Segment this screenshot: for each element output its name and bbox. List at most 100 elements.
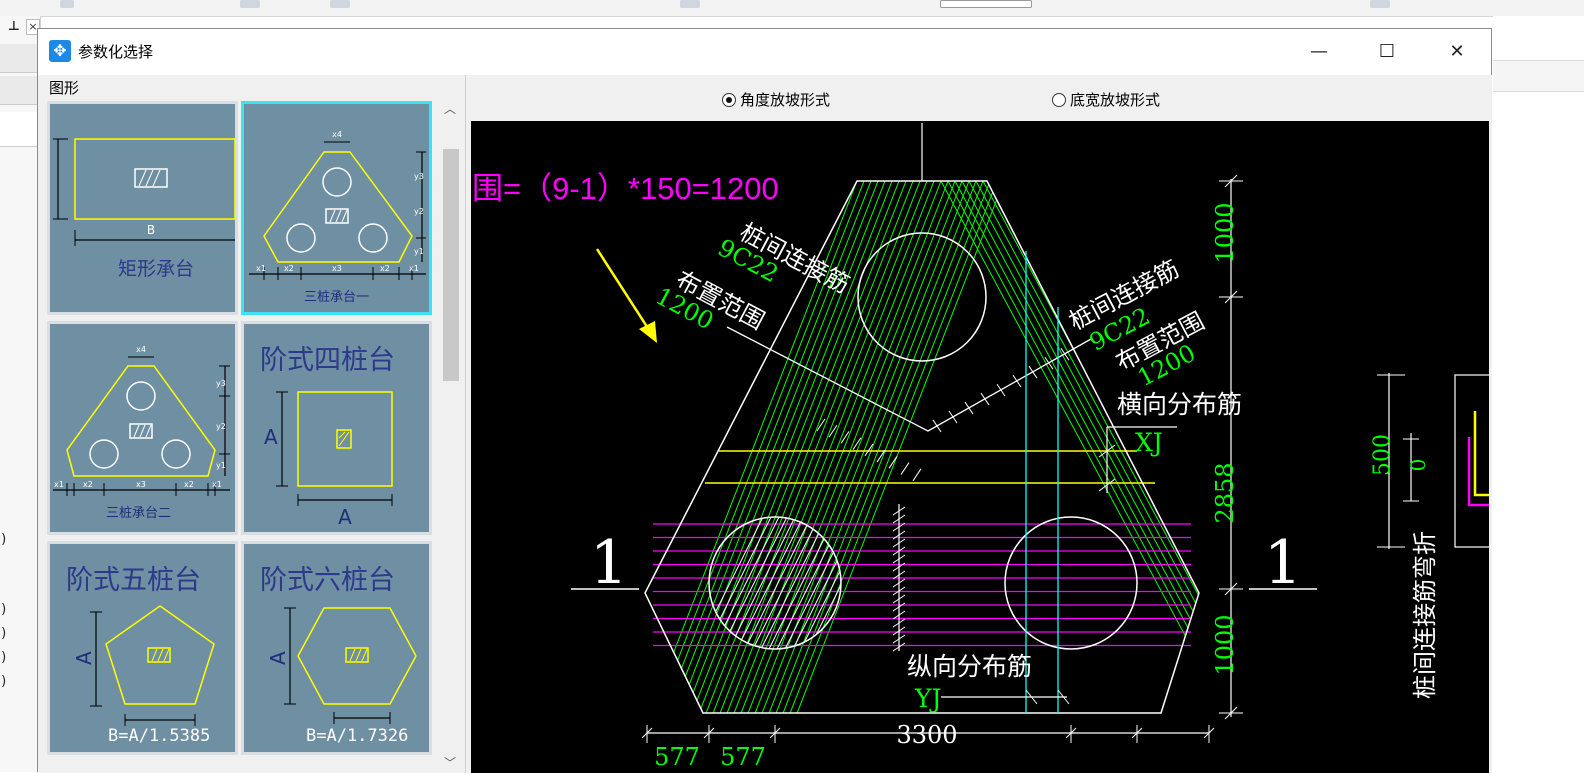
three-pile-cap-1-preview: x4 x1 x2 x3 x2 x1 y3 y2 y1 [249,130,426,280]
background-text: ) [0,532,8,547]
dim-label: y1 [216,461,226,470]
background-text: ) [0,602,8,617]
cad-line [932,419,942,433]
toolbar-button[interactable] [330,0,350,8]
dim-label: x1 [256,264,266,273]
thumbnail-stepped-five-pile[interactable]: A 阶式五桩台 B=A/1.5385 [47,541,238,755]
cad-line [1012,374,1022,388]
dim-bottom: 1000 [1211,614,1239,675]
scroll-up-icon[interactable]: ︿ [439,99,461,119]
transverse-code: XJ [1135,428,1163,457]
radio-checked-icon [722,92,736,107]
cad-line [810,517,841,649]
minimize-button[interactable]: — [1285,29,1353,73]
cad-line [996,383,1006,397]
background-row [0,112,40,147]
bottom-width-slope-radio[interactable]: 底宽放坡形式 [1052,89,1160,110]
dim-label: A [264,425,278,449]
dim-label: x2 [284,264,294,273]
dim-label: x2 [380,264,390,273]
background-toolbar [0,0,1584,17]
angle-slope-radio[interactable]: 角度放坡形式 [722,89,830,110]
thumbnail-caption: 阶式六桩台 [260,565,395,596]
thumbnail-caption: 阶式五桩台 [66,565,201,596]
dim-side-b: 0 [1406,459,1430,472]
dim-label: x1 [54,480,64,489]
preview-panel: 角度放坡形式 底宽放坡形式 1 1 1000 2858 1000 3300 57… [465,75,1492,773]
longitudinal-label: 纵向分布筋 [907,652,1032,681]
toolbar-button[interactable] [1370,0,1390,8]
thumbnail-scrollbar[interactable]: ︿ ﹀ [439,99,461,773]
dim-label: x4 [332,130,342,139]
background-row [0,76,40,105]
pile-cap-drawing: 1 1 1000 2858 1000 3300 577 577 桩间连接筋 9C… [471,123,1489,771]
longitudinal-code: YJ [914,684,942,713]
dim-left2: 577 [720,743,766,771]
cad-line [834,517,841,649]
dim-width: 3300 [896,721,957,749]
longitudinal-bars [653,523,1191,647]
dim-label: x2 [184,480,194,489]
background-text: ) [0,650,8,665]
toolbar-button[interactable] [60,0,74,8]
dim-top: 1000 [1211,202,1239,263]
toolbar-button[interactable] [240,0,260,8]
title-bar[interactable]: ✥ 参数化选择 — ☐ ✕ [38,29,1491,75]
dim-side-a: 500 [1370,434,1395,476]
thumbnail-caption: 三桩承台一 [304,290,370,305]
section-mark-right: 1 [1264,528,1302,598]
shape-panel-label: 图形 [49,79,80,97]
close-button[interactable]: ✕ [1423,29,1491,73]
dim-middle: 2858 [1211,462,1239,523]
scroll-thumb[interactable] [443,149,459,381]
radio-label: 角度放坡形式 [740,91,831,109]
shape-panel: 图形 B 矩形承台 x4 x1 x2 x3 x2 x1 y3 y2 y1 三桩承… [38,75,465,773]
dim-label: y3 [216,379,226,388]
thumbnail-formula: B=A/1.7326 [306,726,409,746]
side-detail-label: 桩间连接筋弯折 [1411,531,1439,699]
cad-line [843,501,923,661]
thumbnail-three-pile-cap-1[interactable]: x4 x1 x2 x3 x2 x1 y3 y2 y1 三桩承台一 [241,101,432,315]
thumbnail-stepped-six-pile[interactable]: A 阶式六桩台 B=A/1.7326 [241,541,432,755]
parameter-select-dialog: ✥ 参数化选择 — ☐ ✕ 图形 B 矩形承台 x4 x1 x2 x3 x2 x… [37,28,1492,773]
app-icon: ✥ [49,40,71,62]
background-text: ) [0,674,8,689]
thumbnail-rect-cap[interactable]: B 矩形承台 [47,101,238,315]
cad-line [912,468,922,482]
thumbnail-caption: 三桩承台二 [106,506,172,521]
cad-line [802,517,841,649]
thumbnail-three-pile-cap-2[interactable]: x4 x1 x2 x3 x2 x1 y3 y2 y1 三桩承台二 [47,321,238,535]
scroll-down-icon[interactable]: ﹀ [439,753,461,773]
section-mark-left: 1 [590,528,628,598]
dim-label: B [147,223,155,237]
dim-label: x3 [136,480,146,489]
dim-label: y3 [414,172,424,181]
thumbnail-stepped-four-pile[interactable]: A A 阶式四桩台 [241,321,432,535]
cad-line [900,462,910,475]
three-pile-cap-2-preview: x4 x1 x2 x3 x2 x1 y3 y2 y1 [53,345,230,496]
dim-label: y1 [414,247,424,256]
annotation-formula: 布置范围=（9-1）*150=1200 [471,171,779,206]
maximize-button[interactable]: ☐ [1353,29,1421,73]
drawing-canvas: 1 1 1000 2858 1000 3300 577 577 桩间连接筋 9C… [471,121,1489,773]
thumbnail-caption: 矩形承台 [118,258,195,280]
cad-line [867,501,947,661]
cad-line [1028,365,1038,379]
dim-label: A [266,651,290,665]
cad-line [818,517,841,649]
right-rebar-labels: 桩间连接筋 9C22 布置范围 1200 [1065,255,1210,392]
thumbnail-list: B 矩形承台 x4 x1 x2 x3 x2 x1 y3 y2 y1 三桩承台一 … [43,97,438,773]
cad-line [826,517,841,649]
dialog-title: 参数化选择 [78,43,154,61]
cad-line [948,410,958,424]
dim-label: A [72,651,96,665]
pin-icon[interactable]: ⊥ [8,19,20,34]
toolbar-button[interactable] [680,0,700,8]
toolbar-input[interactable] [940,0,1032,8]
dim-label: x4 [136,345,146,354]
background-text: ) [0,626,8,641]
transverse-label: 横向分布筋 [1117,390,1242,419]
thumbnail-formula: B=A/1.5385 [108,726,211,746]
background-right-area [1493,16,1584,772]
cad-line [980,392,990,406]
